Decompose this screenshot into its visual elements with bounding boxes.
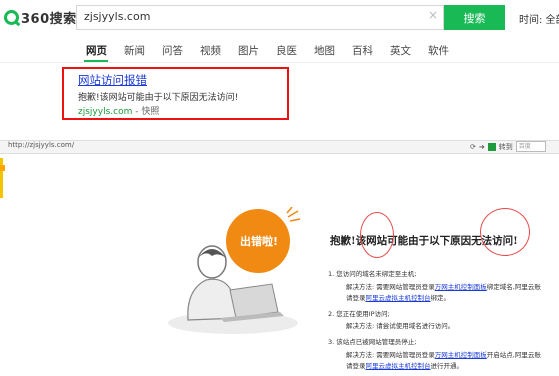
result-title-link[interactable]: 网站访问报错 (78, 72, 147, 88)
result-url-text[interactable]: zjsjyyls.com (78, 107, 132, 117)
highlight-circle-cannot-access (480, 208, 530, 256)
browser-search-box[interactable]: 百度 (515, 141, 546, 152)
tab-video[interactable]: 视频 (200, 43, 238, 58)
reason-3-fix-2-tail: 进行开通。 (430, 362, 464, 370)
logo[interactable]: 360搜索 (4, 6, 77, 28)
wanwang-panel-link-2[interactable]: 万网主机控制面板 (435, 351, 487, 359)
tab-qa[interactable]: 问答 (162, 43, 200, 58)
tab-web[interactable]: 网页 (86, 43, 124, 58)
side-strip (0, 158, 3, 198)
exclaim-lines-icon (286, 207, 301, 222)
tab-map[interactable]: 地图 (314, 43, 352, 58)
reason-1-fix-2-text: 请登录 (346, 294, 366, 302)
reason-2-fix: 解决方法: 请尝试使用域名进行访问。 (346, 322, 455, 330)
side-strip-accent (0, 165, 5, 171)
search-input[interactable]: zjsjyyls.com (84, 10, 150, 23)
wanwang-panel-link[interactable]: 万网主机控制面板 (435, 283, 487, 291)
result-url-sep: - (132, 107, 142, 117)
go-label[interactable]: 转到 (499, 142, 513, 152)
clear-icon[interactable]: × (428, 8, 438, 22)
tab-images[interactable]: 图片 (238, 43, 276, 58)
nav-divider (0, 62, 559, 63)
reason-3-title: 3. 该站点已被网站管理员停止; (328, 338, 417, 346)
reason-3-fix-1-text: 解决方法: 需要网站管理员登录 (346, 351, 435, 359)
tab-baike[interactable]: 百科 (352, 43, 390, 58)
reason-2-title: 2. 您正在使用IP访问; (328, 310, 390, 318)
aliyun-console-link[interactable]: 阿里云虚拟主机控制台 (366, 294, 431, 302)
snapshot-link[interactable]: 快照 (141, 107, 159, 117)
result-url: zjsjyyls.com - 快照 (78, 104, 159, 117)
arrow-icon[interactable]: ➜ (479, 143, 485, 151)
reason-1-fix-1-text: 解决方法: 需要网站管理员登录 (346, 283, 435, 291)
reason-1-fix-2-tail: 绑定。 (430, 294, 451, 302)
tab-software[interactable]: 软件 (428, 43, 466, 58)
reason-1-fix-2: 请登录阿里云虚拟主机控制台绑定。 (346, 292, 450, 302)
go-icon[interactable] (487, 142, 496, 151)
refresh-icon[interactable]: ⟳ (470, 143, 476, 151)
time-filter[interactable]: 时间: 全部 (519, 11, 559, 26)
tab-doctor[interactable]: 良医 (276, 43, 314, 58)
tab-english[interactable]: 英文 (390, 43, 428, 58)
highlight-circle-website (360, 212, 394, 258)
search-nav-tabs: 网页 新闻 问答 视频 图片 良医 地图 百科 英文 软件 (86, 43, 466, 58)
reason-3-fix-2-text: 请登录 (346, 362, 366, 370)
search-button[interactable]: 搜索 (444, 5, 505, 30)
reason-1-title: 1. 您访问的域名未绑定至主机; (328, 270, 417, 278)
reason-3-fix-1-tail: 开启站点,阿里云账 (486, 351, 541, 359)
error-bubble-text: 出错啦! (239, 235, 279, 248)
result-description: 抱歉!该网站可能由于以下原因无法访问! (78, 93, 239, 103)
address-url[interactable]: http://zjsjyyls.com/ (8, 141, 74, 149)
aliyun-console-link-2[interactable]: 阿里云虚拟主机控制台 (366, 362, 431, 370)
tab-news[interactable]: 新闻 (124, 43, 162, 58)
logo-text: 360搜索 (21, 11, 77, 27)
logo-mark-icon (4, 9, 19, 25)
reason-3-fix-1: 解决方法: 需要网站管理员登录万网主机控制面板开启站点,阿里云账 (346, 349, 541, 359)
reason-3-fix-2: 请登录阿里云虚拟主机控制台进行开通。 (346, 360, 463, 370)
browser-toolbar-icons: ⟳ ➜ 转到 百度 (470, 141, 546, 152)
reason-1-fix-1-tail: 绑定域名,阿里云账 (486, 283, 541, 291)
reason-1-fix-1: 解决方法: 需要网站管理员登录万网主机控制面板绑定域名,阿里云账 (346, 281, 541, 291)
